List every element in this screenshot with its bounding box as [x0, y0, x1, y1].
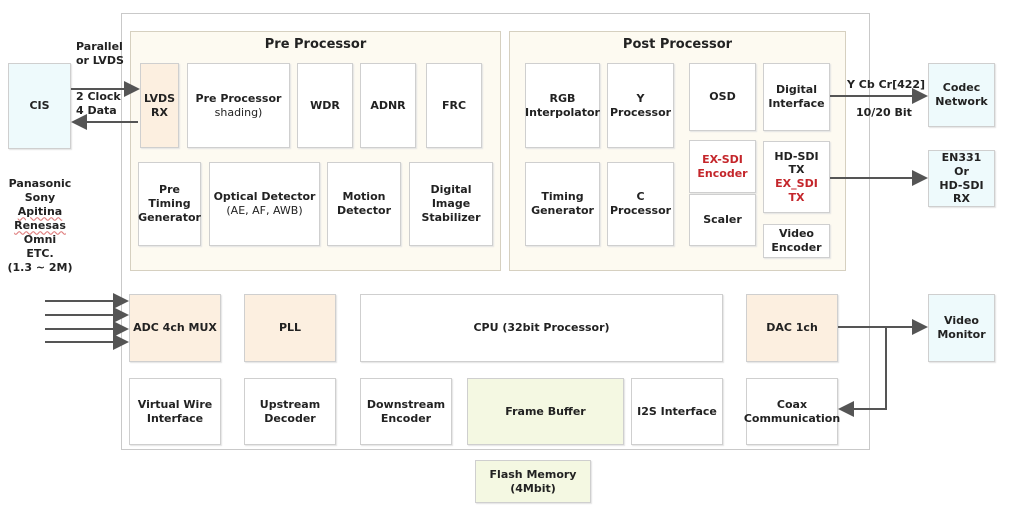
- connectors: [45, 81, 928, 417]
- monitor-to-coax-arrow: [838, 327, 887, 417]
